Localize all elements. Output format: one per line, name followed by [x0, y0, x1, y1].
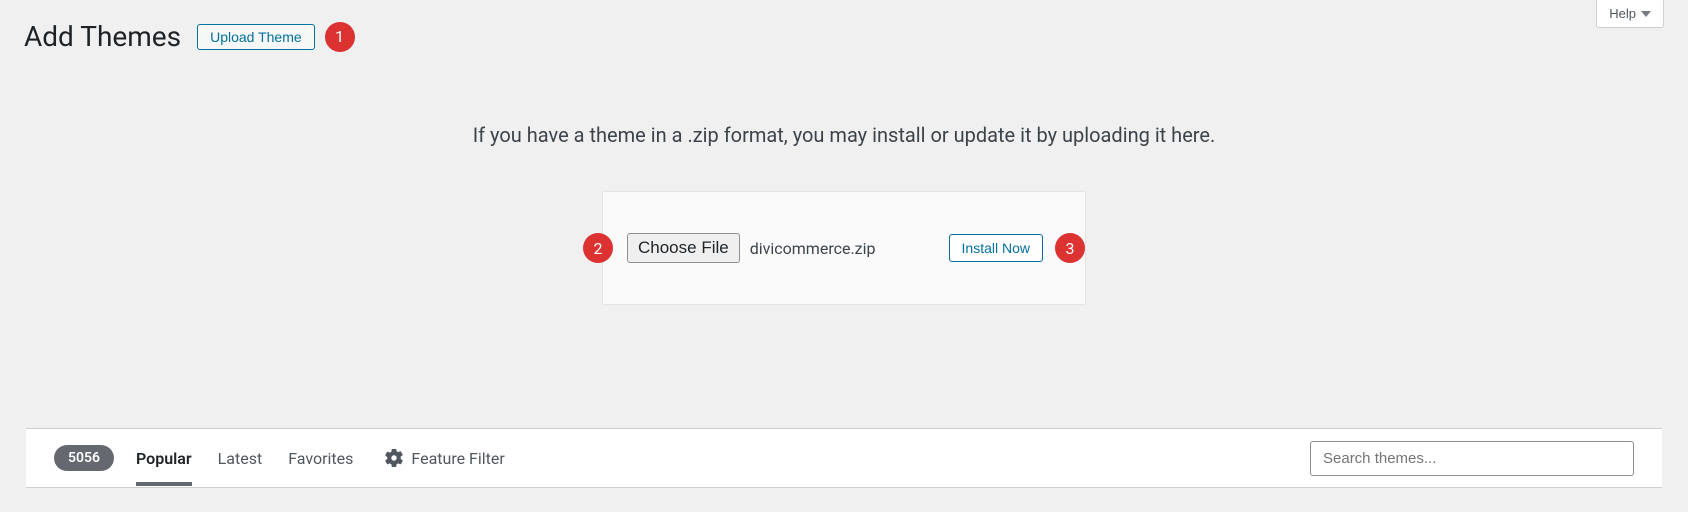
upload-panel: If you have a theme in a .zip format, yo… [0, 123, 1688, 305]
annotation-badge-3: 3 [1055, 233, 1085, 263]
upload-instructions: If you have a theme in a .zip format, yo… [0, 123, 1688, 147]
upload-form: 2 Choose File divicommerce.zip Install N… [602, 191, 1086, 305]
install-now-button[interactable]: Install Now [949, 234, 1043, 262]
annotation-badge-1: 1 [325, 22, 355, 52]
tab-popular[interactable]: Popular [136, 431, 192, 486]
theme-filter-bar: 5056 Popular Latest Favorites Feature Fi… [26, 428, 1662, 488]
tab-favorites[interactable]: Favorites [288, 431, 353, 486]
upload-theme-button[interactable]: Upload Theme [197, 24, 315, 50]
page-header: Add Themes Upload Theme 1 [0, 0, 1688, 63]
theme-count-badge: 5056 [54, 445, 114, 471]
feature-filter-button[interactable]: Feature Filter [385, 449, 504, 468]
feature-filter-label: Feature Filter [411, 449, 504, 468]
tab-latest[interactable]: Latest [218, 431, 263, 486]
page-title: Add Themes [24, 20, 181, 53]
choose-file-button[interactable]: Choose File [627, 233, 740, 263]
annotation-badge-2: 2 [583, 233, 613, 263]
gear-icon [385, 449, 403, 467]
search-themes-input[interactable] [1310, 441, 1634, 476]
selected-file-name: divicommerce.zip [750, 239, 876, 258]
